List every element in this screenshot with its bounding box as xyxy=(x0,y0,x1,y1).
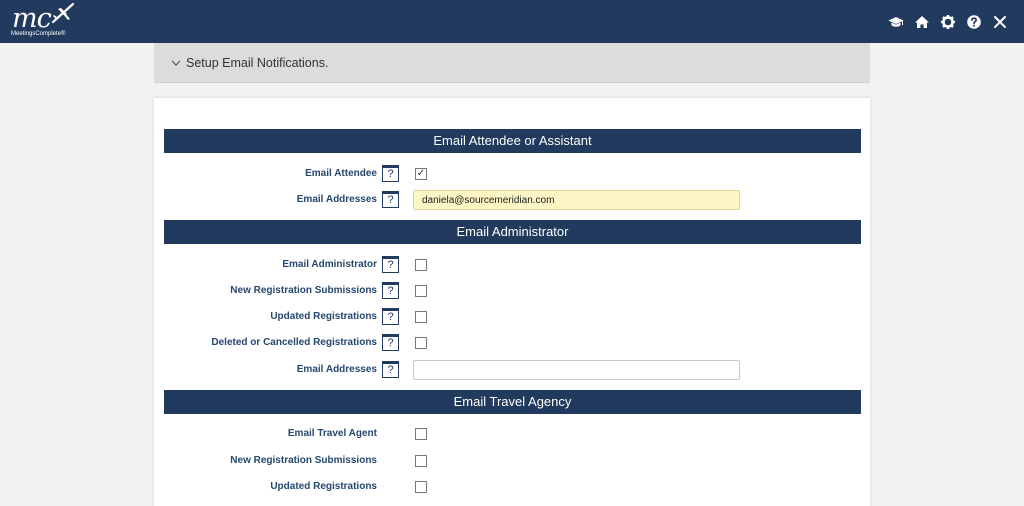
email-attendee-label: Email Attendee xyxy=(305,168,377,179)
row-admin-email-addresses: Email Addresses ? xyxy=(154,360,870,380)
row-email-travel-agent: Email Travel Agent xyxy=(154,424,870,444)
admin-deleted-registrations-label: Deleted or Cancelled Registrations xyxy=(211,337,377,348)
home-icon[interactable] xyxy=(914,14,930,30)
help-icon[interactable] xyxy=(966,14,982,30)
email-attendee-checkbox[interactable]: ✓ xyxy=(415,168,427,180)
admin-email-addresses-input[interactable] xyxy=(413,360,740,380)
meetingscomplete-logo[interactable]: mc MeetingsComplete® xyxy=(10,2,80,41)
email-travel-agent-label: Email Travel Agent xyxy=(287,428,377,439)
setup-email-notifications-label: Setup Email Notifications. xyxy=(186,55,329,70)
logo-mark: mc xyxy=(12,3,52,34)
help-button-admin-new-registration[interactable]: ? xyxy=(382,282,399,299)
close-icon[interactable] xyxy=(992,14,1008,30)
email-notifications-panel: Email Attendee or Assistant Email Attend… xyxy=(154,98,870,506)
attendee-email-addresses-label: Email Addresses xyxy=(296,194,377,205)
row-admin-deleted-registrations: Deleted or Cancelled Registrations ? xyxy=(154,333,870,353)
top-navigation-bar: mc MeetingsComplete® xyxy=(0,0,1024,43)
row-email-administrator: Email Administrator ? xyxy=(154,255,870,275)
section-header-email-administrator: Email Administrator xyxy=(164,220,861,244)
admin-new-registration-label: New Registration Submissions xyxy=(230,285,377,296)
graduation-cap-icon[interactable] xyxy=(888,14,904,30)
travel-updated-registrations-checkbox[interactable] xyxy=(415,481,427,493)
airplane-icon xyxy=(51,2,75,24)
admin-updated-registrations-checkbox[interactable] xyxy=(415,311,427,323)
setup-email-notifications-toggle[interactable]: Setup Email Notifications. xyxy=(154,43,870,83)
topbar-icon-group xyxy=(888,11,1008,33)
help-button-attendee-email-addresses[interactable]: ? xyxy=(382,191,399,208)
row-travel-new-registration: New Registration Submissions xyxy=(154,451,870,471)
help-button-admin-updated-registrations[interactable]: ? xyxy=(382,308,399,325)
travel-updated-registrations-label: Updated Registrations xyxy=(270,481,377,492)
help-button-admin-deleted-registrations[interactable]: ? xyxy=(382,334,399,351)
help-button-admin-email-addresses[interactable]: ? xyxy=(382,361,399,378)
logo-subtitle: MeetingsComplete® xyxy=(11,31,66,37)
gear-icon[interactable] xyxy=(940,14,956,30)
email-travel-agent-checkbox[interactable] xyxy=(415,428,427,440)
admin-updated-registrations-label: Updated Registrations xyxy=(270,311,377,322)
row-admin-new-registration: New Registration Submissions ? xyxy=(154,281,870,301)
section-header-email-attendee: Email Attendee or Assistant xyxy=(164,129,861,153)
admin-deleted-registrations-checkbox[interactable] xyxy=(415,337,427,349)
email-administrator-checkbox[interactable] xyxy=(415,259,427,271)
section-header-email-travel-agency: Email Travel Agency xyxy=(164,390,861,414)
email-administrator-label: Email Administrator xyxy=(282,259,377,270)
row-travel-updated-registrations: Updated Registrations xyxy=(154,477,870,497)
help-button-email-attendee[interactable]: ? xyxy=(382,165,399,182)
attendee-email-addresses-input[interactable] xyxy=(413,190,740,210)
admin-email-addresses-label: Email Addresses xyxy=(296,364,377,375)
travel-new-registration-checkbox[interactable] xyxy=(415,455,427,467)
row-attendee-email-addresses: Email Addresses ? xyxy=(154,190,870,210)
row-admin-updated-registrations: Updated Registrations ? xyxy=(154,307,870,327)
admin-new-registration-checkbox[interactable] xyxy=(415,285,427,297)
chevron-down-icon xyxy=(171,60,181,66)
travel-new-registration-label: New Registration Submissions xyxy=(230,455,377,466)
help-button-email-administrator[interactable]: ? xyxy=(382,256,399,273)
row-email-attendee: Email Attendee ? ✓ xyxy=(154,164,870,184)
